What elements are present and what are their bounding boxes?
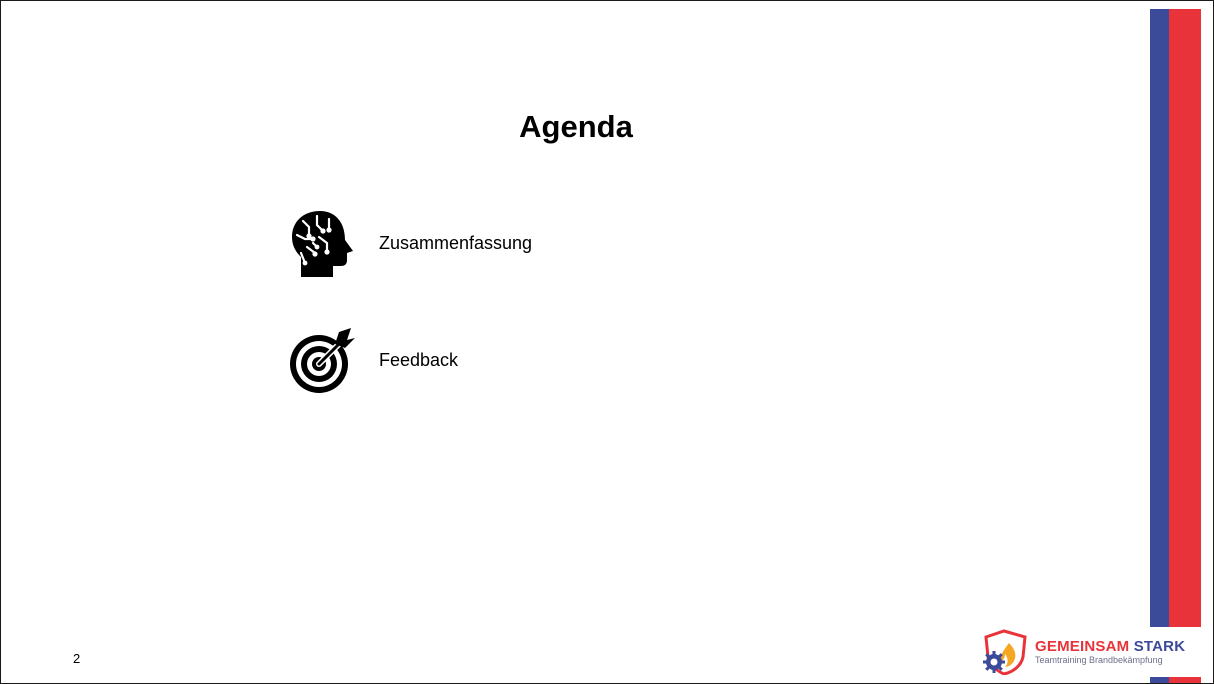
brand-logo: GEMEINSAM STARK Teamtraining Brandbekämp…: [981, 627, 1206, 677]
agenda-item-feedback: Feedback: [287, 324, 458, 396]
shield-gear-flame-icon: [983, 629, 1027, 675]
slide-title: Agenda: [519, 109, 633, 144]
logo-text: GEMEINSAM STARK Teamtraining Brandbekämp…: [1035, 639, 1185, 665]
agenda-item-zusammenfassung: Zusammenfassung: [287, 207, 532, 279]
agenda-item-label: Feedback: [379, 349, 459, 370]
logo-tagline: Teamtraining Brandbekämpfung: [1035, 655, 1163, 665]
head-circuit-icon: [292, 211, 353, 277]
agenda-item-label: Zusammenfassung: [379, 232, 533, 253]
slide: Agenda Zusammenfassung Feedback 2 GEMEIN…: [0, 0, 1214, 684]
logo-name: GEMEINSAM STARK: [1035, 639, 1185, 654]
target-arrow-icon: [290, 328, 355, 393]
page-number: 2: [73, 651, 81, 666]
logo-name-part2: STARK: [1133, 638, 1186, 655]
logo-name-part1: GEMEINSAM: [1035, 638, 1130, 655]
stripe-blue: [1150, 9, 1169, 683]
stripe-red: [1169, 9, 1201, 683]
